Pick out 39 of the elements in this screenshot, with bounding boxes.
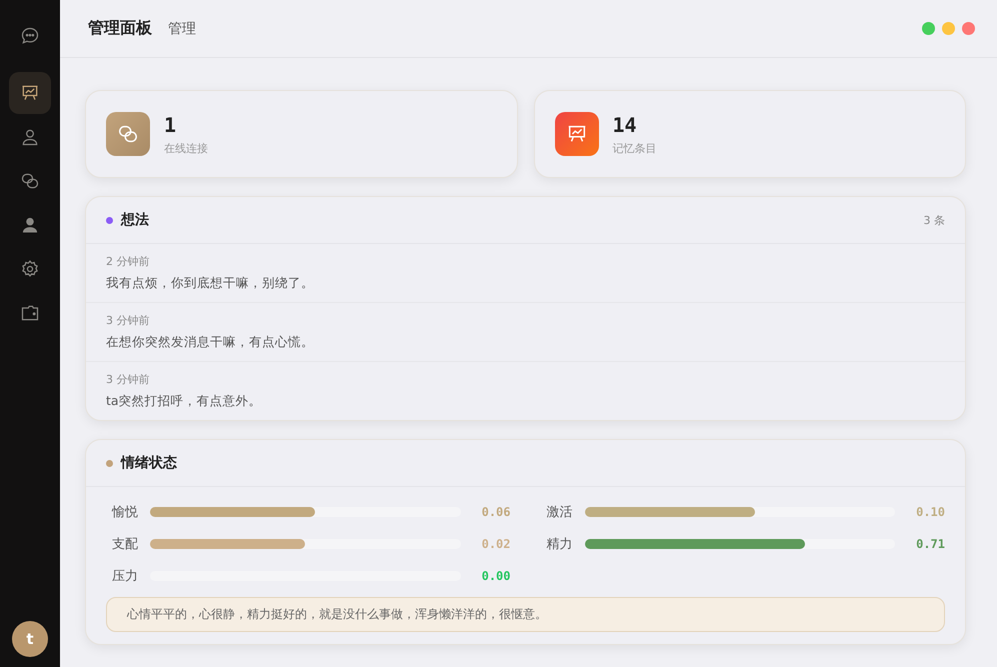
user-avatar[interactable]: t — [12, 621, 48, 657]
mood-summary: 心情平平的，心很静，精力挺好的，就是没什么事做，浑身懒洋洋的，很惬意。 — [106, 597, 945, 632]
user-icon — [20, 127, 40, 147]
thought-count: 3 条 — [924, 212, 945, 228]
link-icon — [106, 112, 150, 156]
stat-label: 在线连接 — [164, 140, 208, 156]
link-icon — [20, 171, 40, 191]
presentation-chart-icon — [20, 83, 40, 103]
thought-time: 3 分钟前 — [106, 313, 150, 328]
presentation-chart-icon — [554, 112, 598, 156]
page-title: 管理面板 — [88, 18, 152, 39]
chat-icon — [20, 26, 40, 46]
meter-label: 精力 — [546, 536, 574, 553]
wallet-icon — [20, 303, 40, 323]
settings-icon — [20, 259, 40, 279]
thought-text: ta突然打招呼，有点意外。 — [106, 393, 263, 410]
meter-label: 支配 — [112, 536, 139, 553]
meter-reading: 0.71 — [915, 537, 945, 551]
meter-reading: 0.00 — [480, 569, 510, 583]
meter-label: 压力 — [112, 568, 139, 585]
person-icon — [20, 215, 40, 235]
stat-value: 14 — [612, 112, 638, 136]
page-subtitle: 管理 — [168, 20, 196, 38]
dot-icon — [106, 460, 113, 466]
meter-label: 激活 — [546, 504, 574, 521]
board-nav-button[interactable] — [9, 72, 51, 114]
dot-icon — [106, 216, 113, 224]
thought-time: 3 分钟前 — [106, 372, 150, 387]
meter-reading: 0.02 — [480, 537, 510, 551]
stat-value: 1 — [164, 112, 178, 136]
panel-title: 情绪状态 — [121, 454, 177, 472]
thought-text: 我有点烦，你到底想干嘛，别绕了。 — [106, 275, 315, 292]
panel-title: 想法 — [121, 211, 149, 229]
thought-text: 在想你突然发消息干嘛，有点心慌。 — [106, 334, 315, 351]
meter-reading: 0.06 — [480, 505, 510, 519]
meter-reading: 0.10 — [915, 505, 945, 519]
meter-label: 愉悦 — [112, 504, 139, 521]
thought-time: 2 分钟前 — [106, 254, 150, 269]
stat-label: 记忆条目 — [612, 140, 656, 156]
